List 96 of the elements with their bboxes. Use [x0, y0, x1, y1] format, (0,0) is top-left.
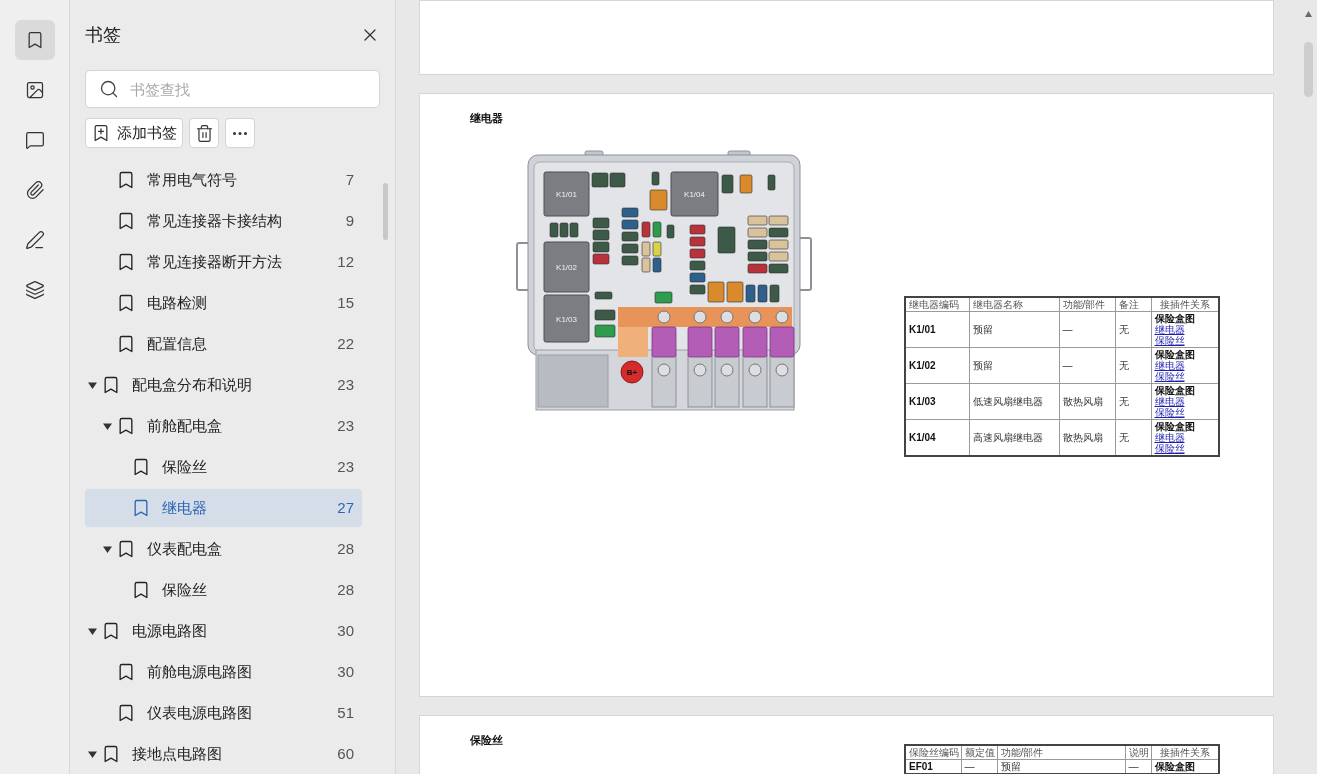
relay-label: K1/01 — [556, 190, 577, 199]
panel-title: 书签 — [85, 23, 121, 47]
link[interactable]: 继电器 — [1154, 432, 1185, 443]
caret-icon[interactable] — [87, 626, 97, 636]
bookmark-item[interactable]: 常见连接器卡接结构 9 — [85, 202, 362, 240]
bookmark-item[interactable]: 前舱配电盒 23 — [85, 407, 362, 445]
page-number: 30 — [337, 661, 354, 682]
table-cell: 预留 — [969, 347, 1059, 384]
sidebar-tab[interactable] — [14, 20, 55, 60]
page-number: 28 — [337, 538, 354, 559]
bookmark-item[interactable]: 配置信息 22 — [85, 325, 362, 363]
table-cell: — — [961, 759, 997, 774]
table-cell: 散热风扇 — [1059, 383, 1115, 420]
link-title: 保险盒图 — [1154, 313, 1195, 324]
bookmark-item[interactable]: 常见连接器断开方法 12 — [85, 243, 362, 281]
caret-icon[interactable] — [87, 749, 97, 759]
relay-label: K1/03 — [556, 314, 577, 324]
table-header-cell: 功能/部件 — [997, 745, 1125, 760]
caret-icon[interactable] — [102, 544, 112, 554]
bookmark-item[interactable]: 电路检测 15 — [85, 284, 362, 322]
pen-icon — [24, 230, 45, 250]
table-header-cell: 备注 — [1115, 297, 1151, 312]
link-title: 保险盒图 — [1154, 385, 1195, 396]
bookmark-item[interactable]: 保险丝 28 — [85, 571, 362, 609]
bookmark-item[interactable]: 仪表配电盒 28 — [85, 530, 362, 568]
table-header-cell: 说明 — [1125, 745, 1151, 760]
trash-icon — [194, 123, 214, 143]
page-number: 9 — [345, 210, 354, 231]
link[interactable]: 保险丝 — [1154, 407, 1185, 418]
page-number: 15 — [337, 292, 354, 313]
link[interactable]: 继电器 — [1154, 360, 1185, 371]
page-number: 23 — [337, 415, 354, 436]
relay-label: K1/02 — [556, 263, 577, 272]
relay-label: K1/04 — [684, 190, 705, 199]
add-bookmark-button[interactable]: 添加书签 — [85, 118, 183, 148]
page-number: 23 — [337, 456, 354, 477]
layers-icon — [24, 280, 45, 300]
delete-button[interactable] — [189, 118, 219, 148]
page-number: 28 — [337, 579, 354, 600]
table-cell: 预留 — [969, 311, 1059, 348]
table-cell: 无 — [1115, 311, 1151, 348]
table-cell: 低速风扇继电器 — [969, 383, 1059, 420]
caret-icon[interactable] — [87, 380, 97, 390]
table-header-cell: 接插件关系 — [1151, 297, 1219, 312]
page-number: 27 — [337, 497, 354, 518]
image-icon — [24, 80, 45, 100]
page-number: 60 — [337, 743, 354, 764]
page-number: 30 — [337, 620, 354, 641]
page-number: 22 — [337, 333, 354, 354]
link-title: 保险盒图 — [1154, 349, 1195, 360]
link[interactable]: 继电器 — [1154, 324, 1185, 335]
more-button[interactable] — [225, 118, 255, 148]
link-title: 保险盒图 — [1154, 421, 1195, 432]
link[interactable]: 保险丝 — [1154, 443, 1185, 454]
comment-icon — [24, 130, 45, 150]
terminal-label: B+ — [626, 368, 638, 377]
table-cell: K1/01 — [905, 311, 969, 348]
table-cell: 无 — [1115, 383, 1151, 420]
bookmark-item[interactable]: 电源电路图 30 — [85, 612, 362, 650]
page-number: 12 — [337, 251, 354, 272]
table-cell: 无 — [1115, 347, 1151, 384]
bookmark-item[interactable]: 配电盒分布和说明 23 — [85, 366, 362, 404]
bookmark-item[interactable]: 仪表电源电路图 51 — [85, 694, 362, 732]
link[interactable]: 保险丝 — [1154, 371, 1185, 382]
link[interactable]: 继电器 — [1154, 396, 1185, 407]
scrollbar-thumb[interactable] — [383, 183, 388, 240]
bookmark-item[interactable]: 常用电气符号 7 — [85, 161, 362, 199]
paperclip-icon — [24, 180, 45, 200]
page-number: 23 — [337, 374, 354, 395]
bookmark-item[interactable]: 继电器 27 — [85, 489, 362, 527]
page-number: 51 — [337, 702, 354, 723]
bookmark-item[interactable]: 前舱电源电路图 30 — [85, 653, 362, 691]
table-cell: — — [1059, 311, 1115, 348]
section-title: 继电器 — [470, 112, 503, 125]
search-icon — [99, 79, 119, 99]
table-cell: — — [1125, 759, 1151, 774]
scrollbar-thumb[interactable] — [1304, 42, 1313, 97]
link-title: 保险盒图 — [1154, 761, 1195, 772]
table-header-cell: 额定值 — [961, 745, 997, 760]
table-header-cell: 功能/部件 — [1059, 297, 1115, 312]
caret-icon[interactable] — [102, 421, 112, 431]
table-header-cell: 保险丝编码 — [905, 745, 961, 760]
table-header-cell: 继电器编码 — [905, 297, 969, 312]
section-title: 保险丝 — [470, 734, 503, 747]
scroll-up-icon[interactable] — [1305, 11, 1312, 17]
link[interactable]: 保险丝 — [1154, 335, 1185, 346]
table-cell: K1/03 — [905, 383, 969, 420]
search-field[interactable]: 书签查找 — [85, 70, 380, 108]
table-header-cell: 继电器名称 — [969, 297, 1059, 312]
bookmark-item[interactable]: 保险丝 23 — [85, 448, 362, 486]
table-header-cell: 接插件关系 — [1151, 745, 1219, 760]
bookmark-item[interactable]: 接地点电路图 60 — [85, 735, 362, 773]
more-icon — [233, 131, 247, 135]
page-number: 7 — [345, 169, 354, 190]
table-cell: — — [1059, 347, 1115, 384]
table-cell: K1/02 — [905, 347, 969, 384]
